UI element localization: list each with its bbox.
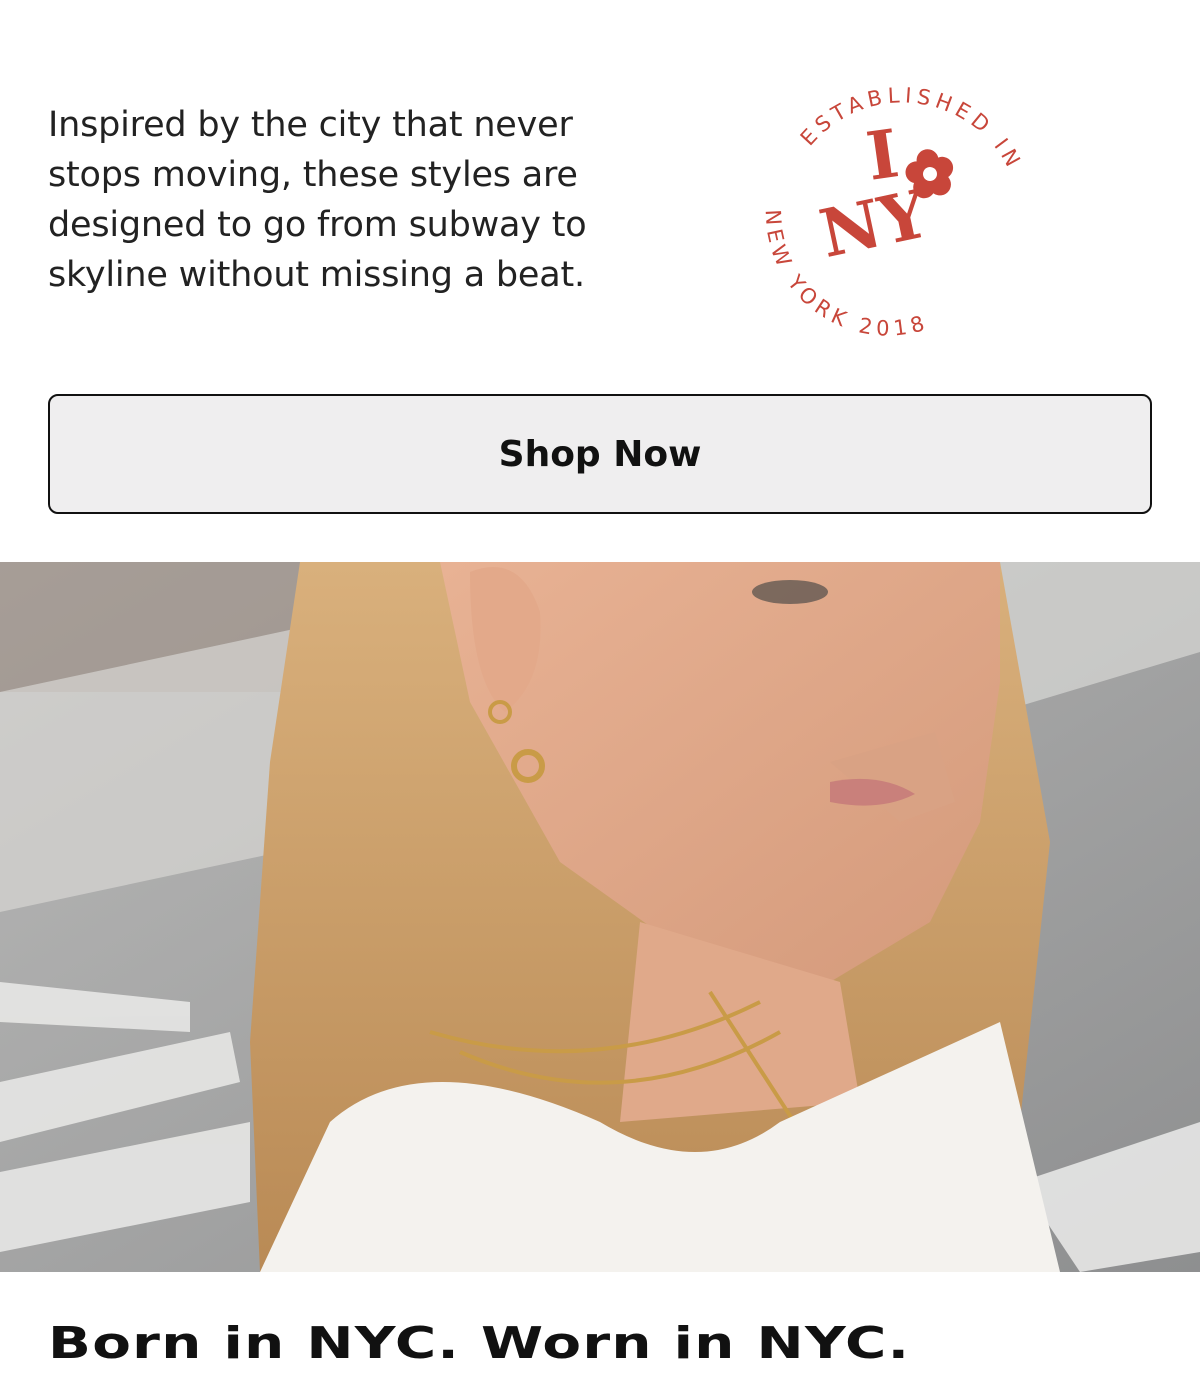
intro-text: Inspired by the city that never stops mo… (48, 105, 587, 295)
stamp-letters-ny: NY (813, 174, 935, 273)
shop-now-button[interactable]: Shop Now (48, 394, 1152, 514)
stamp-graphic: ESTABLISHED IN NEW YORK 2018 I NY (761, 83, 1027, 340)
established-stamp-logo: ESTABLISHED IN NEW YORK 2018 I NY (748, 52, 1048, 352)
stamp-top-arc: ESTABLISHED IN (796, 83, 1027, 175)
tagline-heading: Born in NYC. Worn in NYC. (48, 1318, 911, 1369)
hero-photo-placeholder (0, 562, 1200, 1272)
hero-image (0, 562, 1200, 1272)
